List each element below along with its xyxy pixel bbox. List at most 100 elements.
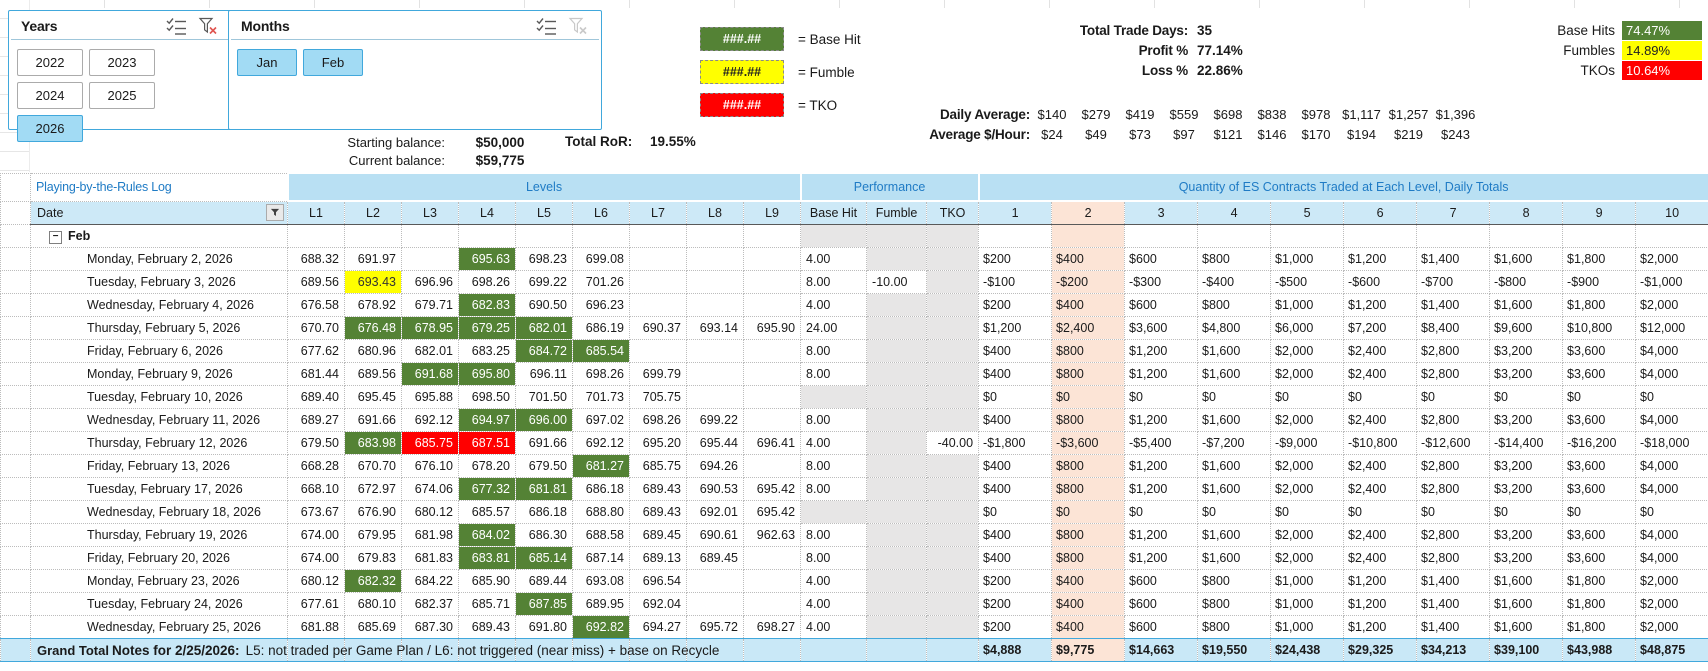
qty-cell[interactable]: $4,000 — [1635, 523, 1708, 547]
qty-cell[interactable]: -$200 — [1051, 270, 1126, 294]
base-hit-cell[interactable] — [800, 224, 868, 248]
level-cell[interactable]: 692.04 — [629, 592, 687, 616]
year-button-2025[interactable]: 2025 — [89, 82, 155, 109]
level-cell[interactable] — [629, 270, 687, 294]
qty-cell[interactable]: $14,663 — [1124, 638, 1199, 662]
qty-cell[interactable]: $400 — [978, 523, 1053, 547]
level-cell[interactable]: 686.30 — [515, 523, 573, 547]
qty-cell[interactable]: $1,000 — [1270, 293, 1345, 317]
year-button-2026[interactable]: 2026 — [17, 115, 83, 142]
qty-cell[interactable]: $1,600 — [1197, 454, 1272, 478]
date-cell[interactable]: Tuesday, February 24, 2026 — [30, 592, 288, 616]
qty-cell[interactable]: $600 — [1124, 615, 1199, 639]
level-cell[interactable] — [742, 638, 802, 662]
level-cell[interactable] — [686, 339, 744, 363]
level-cell[interactable]: 681.83 — [401, 546, 459, 570]
level-cell[interactable]: 681.27 — [572, 454, 630, 478]
qty-cell[interactable]: $1,600 — [1489, 293, 1564, 317]
qty-cell[interactable]: $3,200 — [1489, 523, 1564, 547]
qty-cell[interactable]: -$18,000 — [1635, 431, 1708, 455]
qty-cell[interactable]: -$500 — [1270, 270, 1345, 294]
qty-cell[interactable]: $0 — [1270, 385, 1345, 409]
qty-cell[interactable]: $1,200 — [1343, 569, 1418, 593]
fumble-cell[interactable] — [866, 293, 928, 317]
level-cell[interactable]: 673.67 — [287, 500, 345, 524]
qty-cell[interactable]: $1,600 — [1197, 362, 1272, 386]
qty-cell[interactable]: $600 — [1124, 592, 1199, 616]
qty-cell[interactable] — [978, 224, 1053, 248]
month-button-jan[interactable]: Jan — [237, 49, 297, 76]
base-hit-cell[interactable]: 8.00 — [800, 523, 868, 547]
level-cell[interactable]: 695.42 — [742, 500, 802, 524]
level-cell[interactable]: 676.90 — [344, 500, 402, 524]
qty-cell[interactable]: $4,000 — [1635, 477, 1708, 501]
level-cell[interactable]: 689.43 — [629, 477, 687, 501]
qty-cell[interactable]: $8,400 — [1416, 316, 1491, 340]
qty-cell[interactable] — [1635, 224, 1708, 248]
qty-cell[interactable]: $9,600 — [1489, 316, 1564, 340]
qty-cell[interactable]: $4,888 — [978, 638, 1053, 662]
level-cell[interactable]: 678.92 — [344, 293, 402, 317]
qty-cell[interactable]: $2,400 — [1343, 546, 1418, 570]
qty-cell[interactable]: $400 — [1051, 569, 1126, 593]
level-cell[interactable]: 698.26 — [572, 362, 630, 386]
level-cell[interactable]: 705.75 — [629, 385, 687, 409]
qty-cell[interactable]: $3,600 — [1562, 454, 1637, 478]
level-cell[interactable]: 678.95 — [401, 316, 459, 340]
year-button-2022[interactable]: 2022 — [17, 49, 83, 76]
level-cell[interactable]: 677.62 — [287, 339, 345, 363]
qty-cell[interactable]: $800 — [1197, 615, 1272, 639]
level-cell[interactable]: 695.90 — [742, 316, 802, 340]
qty-cell[interactable] — [1343, 224, 1418, 248]
level-cell[interactable]: 699.22 — [515, 270, 573, 294]
level-cell[interactable]: 679.50 — [515, 454, 573, 478]
qty-cell[interactable]: $1,000 — [1270, 569, 1345, 593]
tko-cell[interactable] — [926, 247, 980, 271]
qty-cell[interactable]: $1,000 — [1270, 592, 1345, 616]
fumble-cell[interactable] — [866, 247, 928, 271]
qty-cell[interactable]: $2,000 — [1635, 247, 1708, 271]
level-cell[interactable]: 681.88 — [287, 615, 345, 639]
level-cell[interactable]: 693.14 — [686, 316, 744, 340]
qty-cell[interactable]: $0 — [1197, 385, 1272, 409]
level-cell[interactable]: 695.72 — [686, 615, 744, 639]
tko-cell[interactable] — [926, 293, 980, 317]
qty-cell[interactable] — [1270, 224, 1345, 248]
qty-cell[interactable]: -$3,600 — [1051, 431, 1126, 455]
fumble-cell[interactable] — [866, 592, 928, 616]
qty-cell[interactable]: $1,200 — [1124, 362, 1199, 386]
qty-cell[interactable]: $400 — [1051, 592, 1126, 616]
fumble-cell[interactable] — [866, 408, 928, 432]
tko-cell[interactable] — [926, 477, 980, 501]
level-cell[interactable]: 688.80 — [572, 500, 630, 524]
level-cell[interactable]: 698.23 — [515, 247, 573, 271]
group-label-cell[interactable]: − Feb — [30, 224, 288, 248]
level-cell[interactable]: 685.54 — [572, 339, 630, 363]
level-cell[interactable]: 692.12 — [401, 408, 459, 432]
level-cell[interactable]: 689.27 — [287, 408, 345, 432]
level-cell[interactable]: 679.50 — [287, 431, 345, 455]
level-cell[interactable]: 682.32 — [344, 569, 402, 593]
qty-cell[interactable]: $0 — [1489, 500, 1564, 524]
fumble-cell[interactable] — [866, 339, 928, 363]
qty-cell[interactable]: $10,800 — [1562, 316, 1637, 340]
level-cell[interactable]: 692.01 — [686, 500, 744, 524]
level-cell[interactable]: 685.14 — [515, 546, 573, 570]
qty-cell[interactable]: $48,875 — [1635, 638, 1708, 662]
level-cell[interactable]: 687.30 — [401, 615, 459, 639]
qty-cell[interactable]: $3,600 — [1562, 477, 1637, 501]
level-cell[interactable]: 701.50 — [515, 385, 573, 409]
level-cell[interactable]: 690.37 — [629, 316, 687, 340]
tko-cell[interactable] — [926, 454, 980, 478]
qty-cell[interactable]: -$7,200 — [1197, 431, 1272, 455]
level-cell[interactable] — [458, 224, 516, 248]
qty-cell[interactable]: $0 — [978, 385, 1053, 409]
level-cell[interactable] — [742, 408, 802, 432]
qty-cell[interactable]: $1,600 — [1489, 592, 1564, 616]
qty-cell[interactable]: $0 — [1197, 500, 1272, 524]
qty-cell[interactable]: $3,600 — [1562, 523, 1637, 547]
qty-cell[interactable]: $2,400 — [1343, 454, 1418, 478]
qty-cell[interactable]: $3,600 — [1562, 408, 1637, 432]
level-cell[interactable]: 679.71 — [401, 293, 459, 317]
qty-cell[interactable]: $1,800 — [1562, 247, 1637, 271]
